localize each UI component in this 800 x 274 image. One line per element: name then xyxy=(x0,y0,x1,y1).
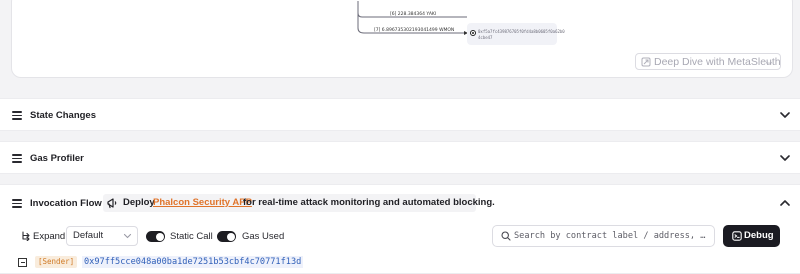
node-circle-icon xyxy=(470,30,476,36)
static-call-toggle[interactable] xyxy=(146,231,165,242)
section-title: State Changes xyxy=(30,110,96,121)
node-address-line1: 0xf5a7fc439876705f0fd4a8b0605f0a62b0 xyxy=(478,29,565,34)
trace-collapse-icon[interactable] xyxy=(18,258,27,267)
expand-select-value: Default xyxy=(73,230,104,241)
fund-flow-graph-card: [6] 228.384364 YAKI [7] 6.89673530219304… xyxy=(11,0,793,78)
graph-node[interactable]: 0xf5a7fc439876705f0fd4a8b0605f0a62b0 4cb… xyxy=(467,23,565,45)
debug-icon xyxy=(732,231,742,241)
collapse-icon[interactable] xyxy=(12,199,22,208)
node-address-line2: 4cbe47 xyxy=(478,35,493,40)
edge-label-1: [6] 228.384364 YAKI xyxy=(390,11,436,17)
debug-button[interactable]: Debug xyxy=(723,225,780,247)
expand-label: Expand xyxy=(33,231,66,242)
sender-tag: [Sender] xyxy=(35,256,78,268)
promo-link[interactable]: Phalcon Security APP xyxy=(153,194,252,212)
static-call-label: Static Call xyxy=(170,231,213,242)
section-gas-profiler[interactable]: Gas Profiler xyxy=(0,141,800,174)
gas-used-toggle[interactable] xyxy=(217,231,236,242)
metasleuth-icon xyxy=(641,57,651,67)
section-title: Invocation Flow xyxy=(30,198,102,209)
collapse-icon xyxy=(12,154,22,163)
megaphone-icon xyxy=(107,198,117,209)
chevron-up-icon[interactable] xyxy=(780,199,790,207)
debug-label: Debug xyxy=(744,230,774,241)
sender-address-link[interactable]: 0x97ff5cce048a00ba1de7251b53cbf4c70771f1… xyxy=(82,256,304,268)
deep-dive-label: Deep Dive with MetaSleuth xyxy=(654,56,781,68)
deep-dive-button[interactable]: Deep Dive with MetaSleuth ⇔ xyxy=(635,53,781,70)
edge-label-2: [7] 6.896735302193041499 WMON xyxy=(374,27,454,33)
contract-search[interactable] xyxy=(492,225,715,247)
section-state-changes[interactable]: State Changes xyxy=(0,98,800,131)
expand-tree-icon xyxy=(22,231,30,241)
chevron-down-icon xyxy=(123,233,132,239)
chevron-down-icon[interactable] xyxy=(780,154,790,162)
expand-select[interactable]: Default xyxy=(66,226,138,246)
gas-used-label: Gas Used xyxy=(242,231,285,242)
deep-dive-arrows-icon: ⇔ xyxy=(764,57,774,68)
search-icon xyxy=(501,231,511,241)
promo-suffix: for real-time attack monitoring and auto… xyxy=(243,197,495,208)
section-invocation-flow: Invocation Flow Deploy Phalcon Security … xyxy=(0,184,800,274)
section-title: Gas Profiler xyxy=(30,153,84,164)
promo-prefix: Deploy xyxy=(123,197,155,208)
chevron-down-icon[interactable] xyxy=(780,111,790,119)
promo-banner: Deploy Phalcon Security APP for real-tim… xyxy=(103,194,495,212)
edge-line-1 xyxy=(357,1,392,18)
search-input[interactable] xyxy=(514,228,709,244)
collapse-icon xyxy=(12,111,22,120)
